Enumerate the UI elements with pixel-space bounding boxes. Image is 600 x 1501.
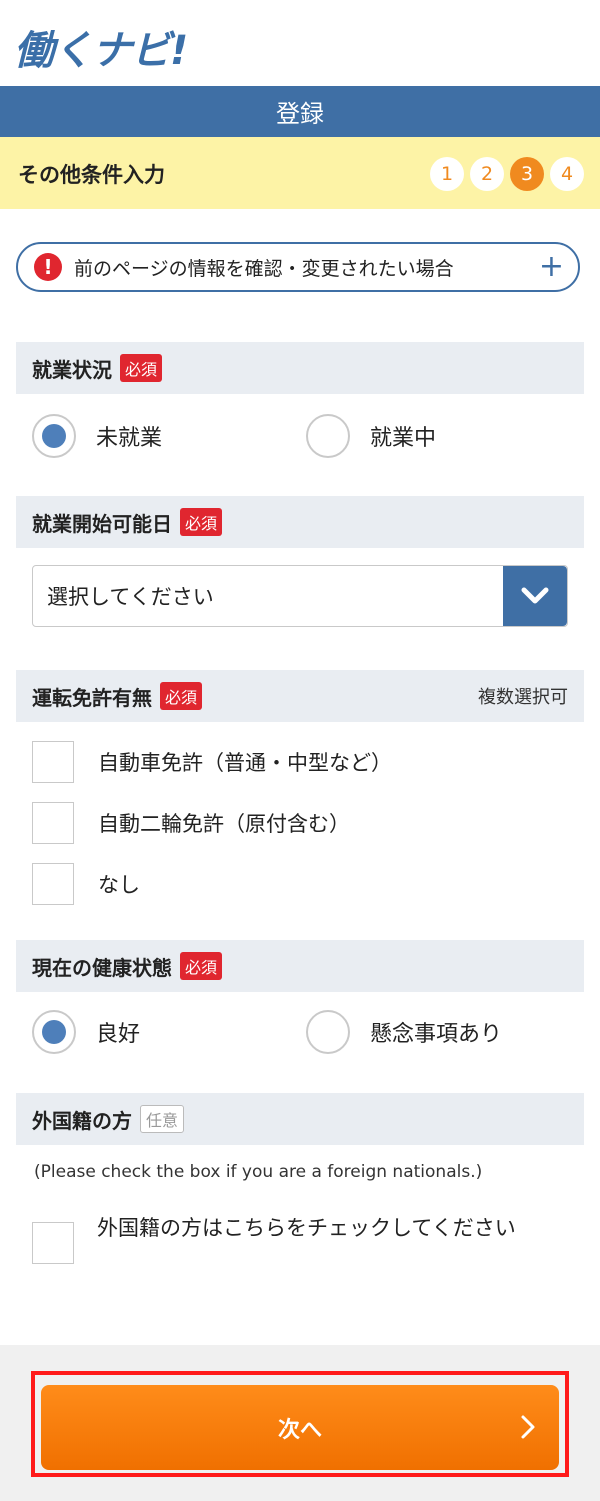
radio-button-selected[interactable] <box>32 414 76 458</box>
start-date-select[interactable]: 選択してください <box>32 565 568 627</box>
step-2: 2 <box>470 157 504 191</box>
section-foreign-national: 外国籍の方 任意 <box>16 1093 584 1145</box>
required-badge: 必須 <box>120 354 163 382</box>
step-indicator-bar: その他条件入力 1 2 3 4 <box>0 137 600 209</box>
radio-dot <box>42 424 66 448</box>
radio-health-concern[interactable]: 懸念事項あり <box>306 1010 502 1054</box>
previous-page-notice-toggle[interactable]: ! 前のページの情報を確認・変更されたい場合 + <box>16 242 580 292</box>
step-3-current: 3 <box>510 157 544 191</box>
chevron-down-icon[interactable] <box>503 566 567 626</box>
checkbox-car-license[interactable]: 自動車免許（普通・中型など） <box>32 741 392 783</box>
select-value: 選択してください <box>47 585 214 609</box>
checkbox-label[interactable]: なし <box>98 869 140 899</box>
optional-badge: 任意 <box>140 1105 185 1133</box>
notice-text: 前のページの情報を確認・変更されたい場合 <box>74 257 454 280</box>
section-title: 就業状況 <box>32 357 112 382</box>
multiple-select-note: 複数選択可 <box>478 687 568 708</box>
checkbox-no-license[interactable]: なし <box>32 863 140 905</box>
checkbox-motorcycle-license[interactable]: 自動二輪免許（原付含む） <box>32 802 350 844</box>
radio-dot <box>42 1020 66 1044</box>
radio-label[interactable]: 良好 <box>96 1016 140 1048</box>
required-badge: 必須 <box>180 952 223 980</box>
app-logo: 働くナビ! <box>14 28 188 74</box>
checkbox-foreign-national[interactable] <box>32 1222 74 1264</box>
radio-button[interactable] <box>306 1010 350 1054</box>
checkbox[interactable] <box>32 802 74 844</box>
next-button[interactable]: 次へ <box>41 1385 559 1470</box>
radio-health-good[interactable]: 良好 <box>32 1010 140 1054</box>
radio-unemployed[interactable]: 未就業 <box>32 414 162 458</box>
plus-icon[interactable]: + <box>539 252 564 282</box>
section-drivers-license: 運転免許有無 必須 複数選択可 <box>16 670 584 722</box>
radio-button[interactable] <box>306 414 350 458</box>
foreign-note: (Please check the box if you are a forei… <box>34 1162 483 1182</box>
radio-button-selected[interactable] <box>32 1010 76 1054</box>
radio-employed[interactable]: 就業中 <box>306 414 436 458</box>
checkbox[interactable] <box>32 863 74 905</box>
required-badge: 必須 <box>160 682 203 710</box>
section-title: 就業開始可能日 <box>32 511 172 536</box>
section-employment-status: 就業状況 必須 <box>16 342 584 394</box>
section-title: 運転免許有無 <box>32 685 152 710</box>
section-title: 外国籍の方 <box>32 1108 132 1133</box>
chevron-right-icon <box>521 1415 535 1439</box>
radio-label[interactable]: 就業中 <box>370 420 436 452</box>
checkbox-label[interactable]: 自動車免許（普通・中型など） <box>98 747 392 777</box>
checkbox-label[interactable]: 外国籍の方はこちらをチェックしてください <box>97 1212 567 1244</box>
checkbox-label[interactable]: 自動二輪免許（原付含む） <box>98 808 350 838</box>
step-list: 1 2 3 4 <box>430 157 584 191</box>
section-start-date: 就業開始可能日 必須 <box>16 496 584 548</box>
required-badge: 必須 <box>180 508 223 536</box>
step-1: 1 <box>430 157 464 191</box>
radio-label[interactable]: 懸念事項あり <box>370 1016 502 1048</box>
section-health-status: 現在の健康状態 必須 <box>16 940 584 992</box>
step-4: 4 <box>550 157 584 191</box>
next-button-label: 次へ <box>277 1417 322 1443</box>
page-header: 登録 <box>0 86 600 137</box>
checkbox[interactable] <box>32 741 74 783</box>
page-title: 登録 <box>276 100 324 128</box>
section-title: 現在の健康状態 <box>32 955 172 980</box>
alert-icon: ! <box>34 253 62 281</box>
step-title: その他条件入力 <box>18 163 165 187</box>
radio-label[interactable]: 未就業 <box>96 420 162 452</box>
